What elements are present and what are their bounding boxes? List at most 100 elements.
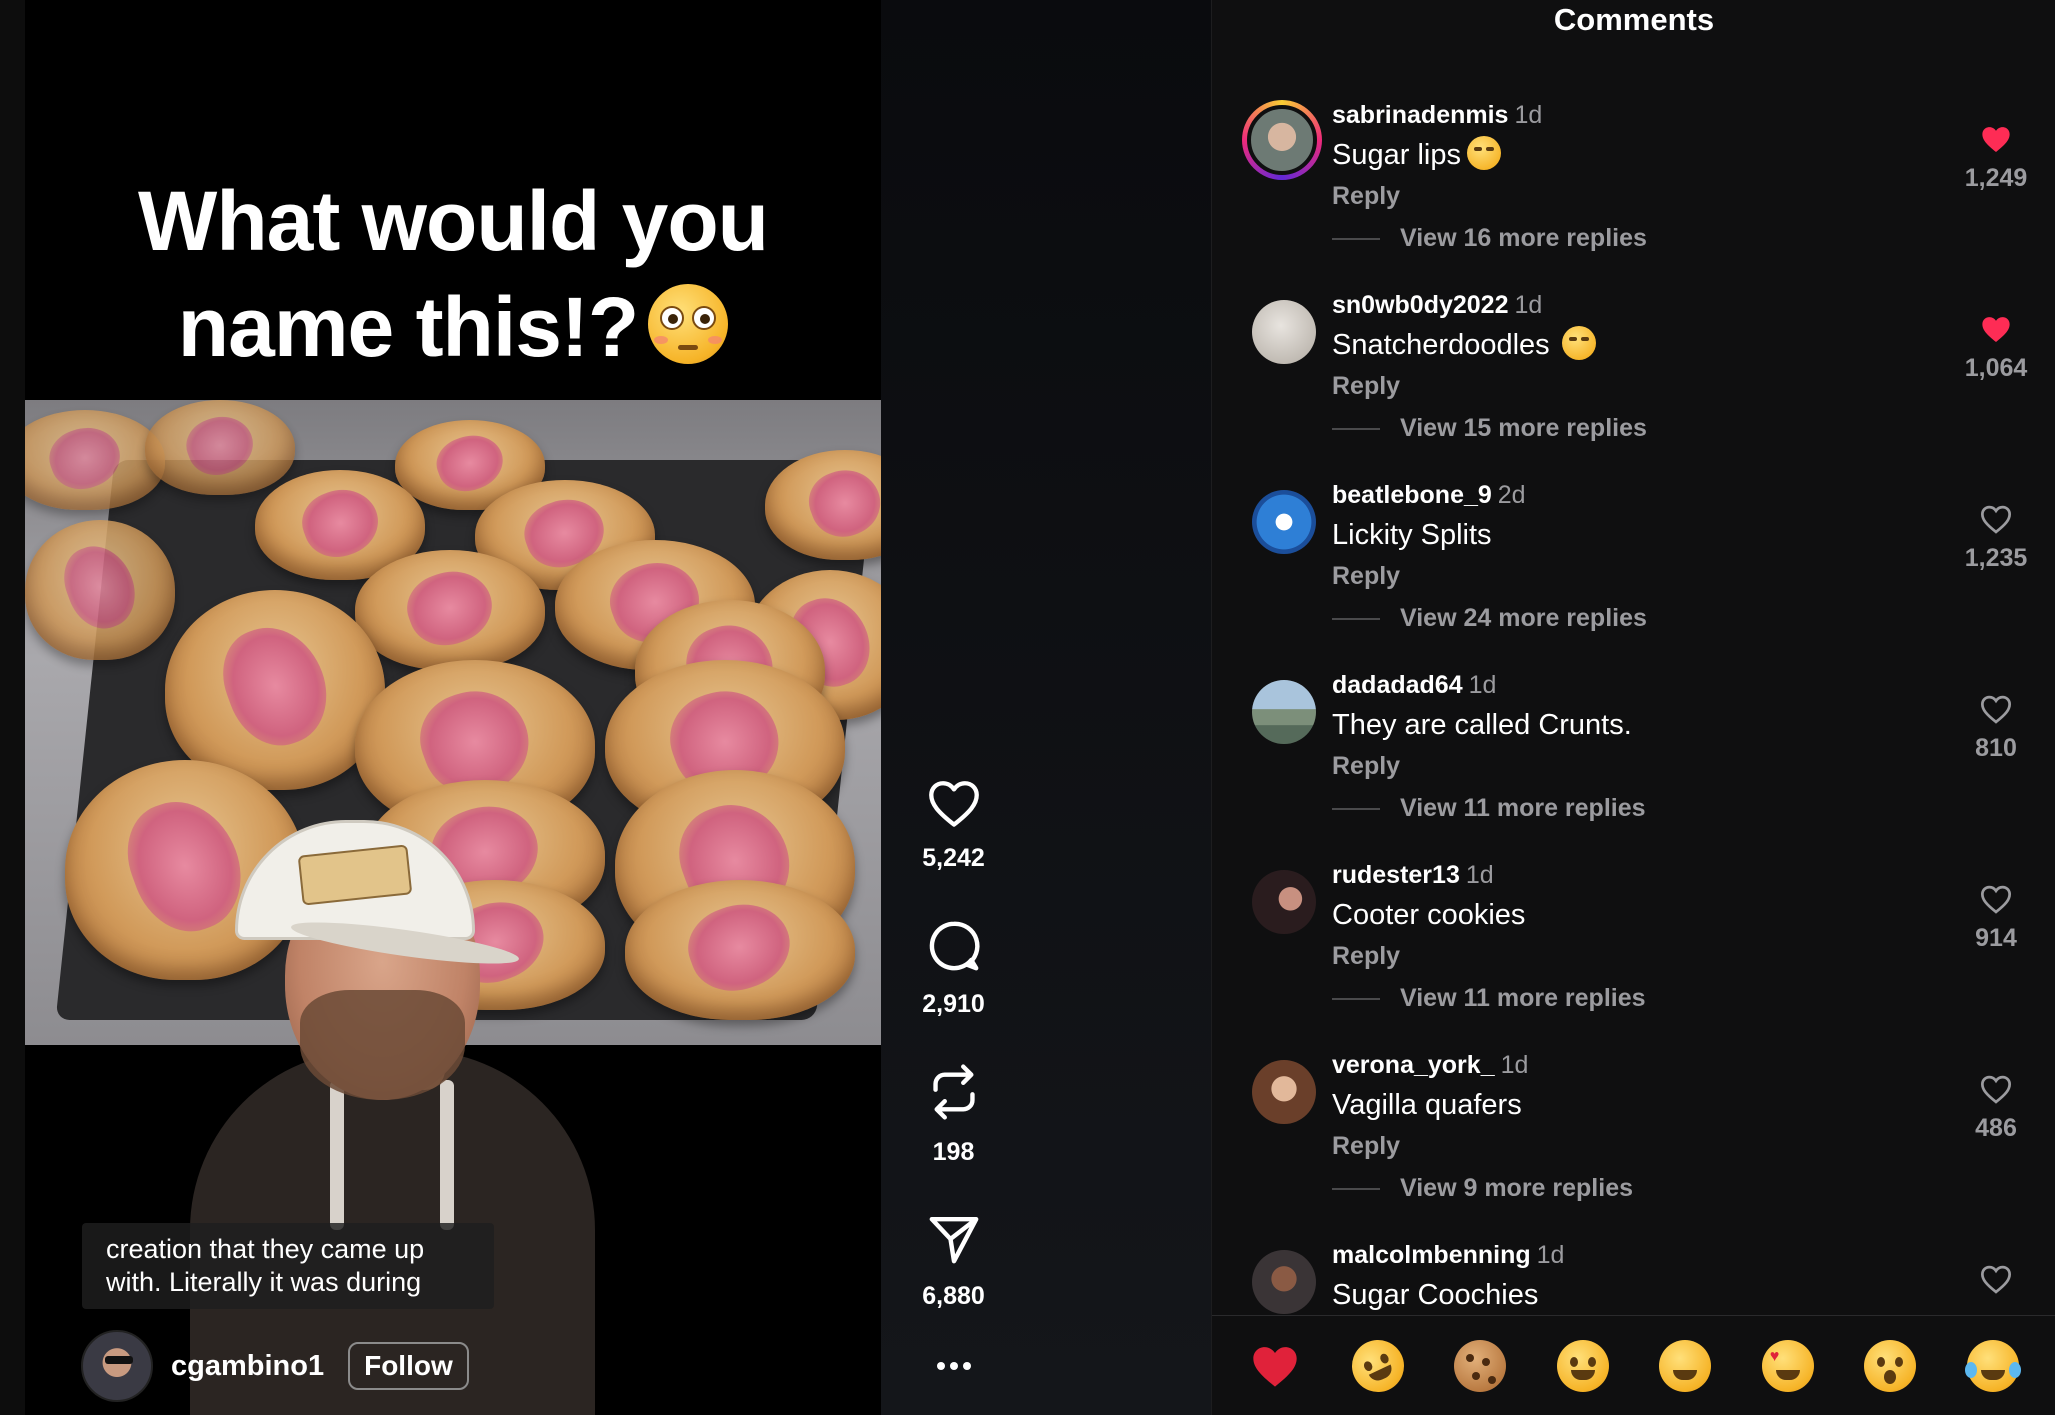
view-replies-button[interactable]: View 24 more replies: [1332, 604, 1647, 633]
comment-like[interactable]: 1,064: [1936, 314, 2055, 383]
video-caption: creation that they came up with. Literal…: [82, 1223, 494, 1309]
comment-user[interactable]: beatlebone_9 2d: [1332, 480, 1526, 510]
headline-line-2: name this!?: [177, 280, 639, 374]
red-heart-emoji-icon[interactable]: [1249, 1340, 1301, 1392]
like-action[interactable]: 5,242: [881, 778, 1026, 873]
headline-line-1: What would you: [138, 174, 769, 268]
comment-count: 2,910: [922, 990, 985, 1018]
hushed-face-emoji-icon[interactable]: [1864, 1339, 1917, 1392]
view-replies-button[interactable]: View 9 more replies: [1332, 1174, 1633, 1203]
user-avatar[interactable]: [1252, 870, 1316, 934]
author-username[interactable]: cgambino1: [171, 1350, 324, 1383]
reply-button[interactable]: Reply: [1332, 1132, 1400, 1161]
zany-face-emoji-icon: [1561, 326, 1596, 360]
comment-like-count: 810: [1975, 734, 2017, 762]
user-avatar[interactable]: [1252, 680, 1316, 744]
squinting-laugh-emoji-icon[interactable]: [1659, 1339, 1712, 1392]
comment-text: Cooter cookies: [1332, 899, 1526, 931]
heart-outline-icon[interactable]: [1979, 1074, 2013, 1104]
heart-filled-icon[interactable]: [1979, 314, 2013, 344]
repost-action[interactable]: 198: [881, 1062, 1026, 1167]
comment-like-count: 486: [1975, 1114, 2017, 1142]
comment-like-count: 914: [1975, 924, 2017, 952]
reply-button[interactable]: Reply: [1332, 942, 1400, 971]
comment-user[interactable]: rudester13 1d: [1332, 860, 1494, 890]
comment-text: Vagilla quafers: [1332, 1089, 1522, 1121]
comments-title: Comments: [1553, 2, 1715, 37]
heart-outline-icon[interactable]: [1979, 694, 2013, 724]
comment-like[interactable]: 1,249: [1936, 124, 2055, 193]
view-replies-button[interactable]: View 15 more replies: [1332, 414, 1647, 443]
comment-user[interactable]: sabrinadenmis 1d: [1332, 100, 1542, 130]
left-gutter: [0, 0, 25, 1415]
repost-icon[interactable]: [926, 1062, 982, 1122]
comment-item: dadadad64 1d They are called Crunts. Repl…: [1212, 670, 2055, 860]
like-count: 5,242: [922, 844, 985, 872]
comment-time: 1d: [1468, 671, 1497, 699]
heart-outline-icon[interactable]: [1979, 1264, 2013, 1294]
comment-user[interactable]: verona_york_ 1d: [1332, 1050, 1528, 1080]
reply-button[interactable]: Reply: [1332, 752, 1400, 781]
heart-eyes-emoji-icon[interactable]: [1761, 1339, 1814, 1392]
comment-like[interactable]: 810: [1936, 694, 2055, 763]
reply-button[interactable]: Reply: [1332, 562, 1400, 591]
comment-like-count: 1,249: [1964, 164, 2028, 192]
comment-text: They are called Crunts.: [1332, 709, 1632, 741]
repost-count: 198: [932, 1138, 975, 1166]
user-avatar[interactable]: [1242, 100, 1322, 180]
caption-line-1: creation that they came up: [106, 1234, 425, 1264]
comment-like[interactable]: [1936, 1264, 2055, 1294]
user-avatar[interactable]: [1252, 300, 1316, 364]
user-avatar[interactable]: [1252, 490, 1316, 554]
heart-filled-icon[interactable]: [1979, 124, 2013, 154]
comment-item: verona_york_ 1d Vagilla quafers Reply Vie…: [1212, 1050, 2055, 1240]
comment-time: 1d: [1536, 1241, 1565, 1269]
comment-time: 2d: [1497, 481, 1526, 509]
more-options-icon[interactable]: [937, 1362, 971, 1372]
comment-bubble-icon[interactable]: [926, 918, 982, 974]
comments-panel: Comments sabrinadenmis 1d Sugar lips Repl…: [1211, 0, 2055, 1415]
view-replies-button[interactable]: View 16 more replies: [1332, 224, 1647, 253]
paper-plane-icon[interactable]: [926, 1212, 982, 1266]
comment-user[interactable]: dadadad64 1d: [1332, 670, 1496, 700]
follow-button[interactable]: Follow: [348, 1342, 469, 1390]
comment-time: 1d: [1514, 291, 1543, 319]
comment-like[interactable]: 1,235: [1936, 504, 2055, 573]
heart-outline-icon[interactable]: [1979, 504, 2013, 534]
comment-text: Lickity Splits: [1332, 519, 1492, 551]
comment-text: Snatcherdoodles: [1332, 326, 1596, 364]
user-avatar[interactable]: [1252, 1060, 1316, 1124]
comment-time: 1d: [1465, 861, 1494, 889]
comment-user[interactable]: malcolmbenning 1d: [1332, 1240, 1564, 1270]
heart-icon[interactable]: [926, 778, 982, 828]
comment-like[interactable]: 486: [1936, 1074, 2055, 1143]
comment-item: sabrinadenmis 1d Sugar lips Reply View 16…: [1212, 100, 2055, 290]
creator-greenscreen: [190, 820, 595, 1415]
comment-time: 1d: [1514, 101, 1543, 129]
quick-emoji-bar: [1212, 1315, 2055, 1415]
caption-line-2: with. Literally it was during: [106, 1267, 422, 1297]
comment-action[interactable]: 2,910: [881, 918, 1026, 1019]
comment-time: 1d: [1500, 1051, 1529, 1079]
author-bar: cgambino1 Follow: [81, 1330, 469, 1402]
rolling-laughing-emoji-icon[interactable]: [1343, 1330, 1413, 1401]
heart-outline-icon[interactable]: [1979, 884, 2013, 914]
tears-of-joy-emoji-icon[interactable]: [1964, 1339, 2019, 1392]
video-player[interactable]: What would you name this!? creation that…: [25, 0, 881, 1415]
author-avatar[interactable]: [81, 1330, 153, 1402]
comment-like-count: 1,064: [1964, 354, 2028, 382]
user-avatar[interactable]: [1252, 1250, 1316, 1314]
share-action[interactable]: 6,880: [881, 1212, 1026, 1311]
reply-button[interactable]: Reply: [1332, 182, 1400, 211]
view-replies-button[interactable]: View 11 more replies: [1332, 984, 1646, 1013]
comment-item: sn0wb0dy2022 1d Snatcherdoodles Reply Vie…: [1212, 290, 2055, 480]
comment-text: Sugar Coochies: [1332, 1279, 1539, 1311]
comment-user[interactable]: sn0wb0dy2022 1d: [1332, 290, 1542, 320]
reply-button[interactable]: Reply: [1332, 372, 1400, 401]
yum-face-emoji-icon[interactable]: [1556, 1339, 1609, 1392]
video-headline: What would you name this!?: [25, 168, 881, 380]
view-replies-button[interactable]: View 11 more replies: [1332, 794, 1646, 823]
comment-like[interactable]: 914: [1936, 884, 2055, 953]
cookie-emoji-icon[interactable]: [1454, 1339, 1507, 1392]
flushed-face-emoji-icon: [648, 284, 729, 364]
